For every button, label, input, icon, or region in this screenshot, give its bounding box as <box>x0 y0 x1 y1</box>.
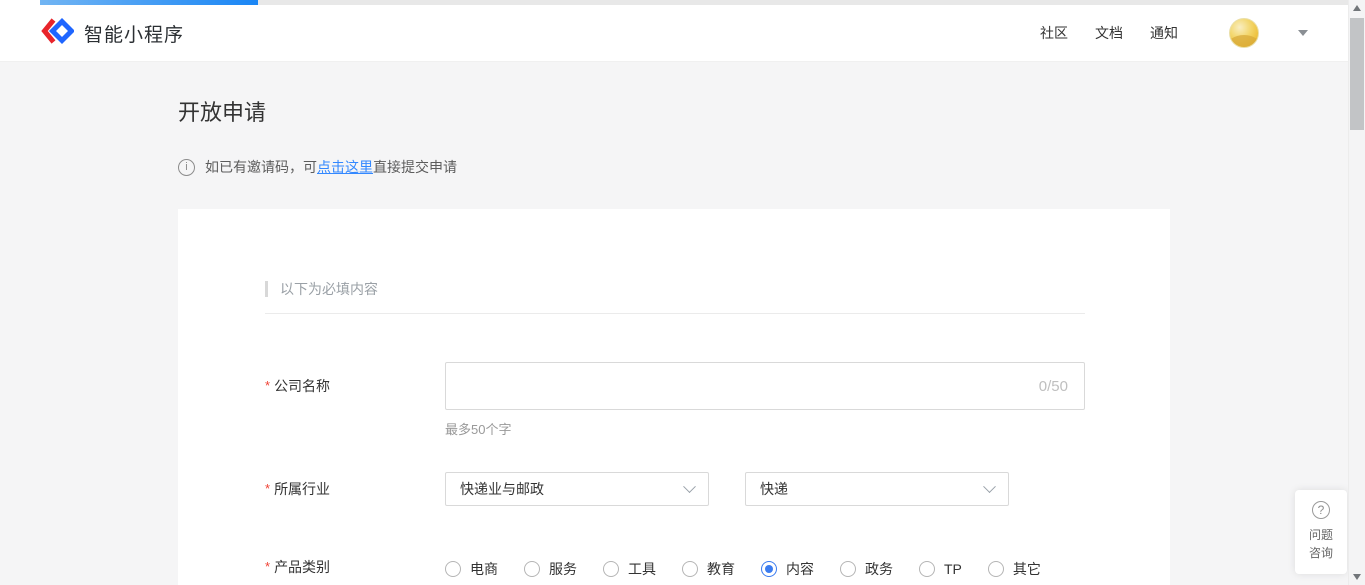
company-name-label-text: 公司名称 <box>274 378 330 394</box>
main-content: 开放申请 i 如已有邀请码，可点击这里直接提交申请 以下为必填内容 * 公司名称 … <box>0 62 1365 585</box>
industry-secondary-value: 快递 <box>760 479 788 499</box>
page-title: 开放申请 <box>178 95 1365 127</box>
radio-label: 政务 <box>865 559 893 579</box>
radio-option[interactable]: 教育 <box>682 559 735 579</box>
logo-text: 智能小程序 <box>84 20 184 47</box>
radio-icon <box>840 561 856 577</box>
progress-bar-fill <box>40 0 258 5</box>
required-section-header: 以下为必填内容 <box>265 279 1170 299</box>
header-nav: 社区 文档 通知 <box>1040 18 1308 48</box>
industry-label-text: 所属行业 <box>274 481 330 497</box>
scrollbar-thumb[interactable] <box>1350 18 1364 130</box>
radio-icon <box>988 561 1004 577</box>
product-category-row: * 产品类别 电商 服务 工具 教育 内容 政务 TP 其它 <box>265 558 1170 579</box>
radio-option[interactable]: 内容 <box>761 559 814 579</box>
help-consult-button[interactable]: ? 问题 咨询 <box>1295 490 1347 574</box>
page-load-progress-bar <box>0 0 1365 5</box>
app-header: 智能小程序 社区 文档 通知 <box>0 5 1365 62</box>
radio-option[interactable]: 其它 <box>988 559 1041 579</box>
chevron-down-icon <box>683 480 696 493</box>
required-asterisk: * <box>265 378 270 393</box>
section-title: 以下为必填内容 <box>280 279 378 299</box>
company-name-helper: 最多50个字 <box>445 419 1085 438</box>
company-name-input-wrap: 0/50 <box>445 362 1085 410</box>
scroll-down-arrow-icon[interactable] <box>1353 574 1361 580</box>
click-here-link[interactable]: 点击这里 <box>317 159 373 175</box>
invite-code-notice: i 如已有邀请码，可点击这里直接提交申请 <box>178 157 1365 177</box>
scroll-up-arrow-icon[interactable] <box>1353 5 1361 11</box>
user-avatar[interactable] <box>1229 18 1259 48</box>
nav-item-docs[interactable]: 文档 <box>1095 23 1123 43</box>
radio-icon <box>445 561 461 577</box>
notice-prefix: 如已有邀请码，可 <box>205 159 317 175</box>
radio-label: 电商 <box>470 559 498 579</box>
help-label-line1: 问题 <box>1295 526 1347 544</box>
radio-icon <box>761 561 777 577</box>
scrollbar[interactable] <box>1348 0 1365 585</box>
industry-secondary-select[interactable]: 快递 <box>745 472 1009 506</box>
question-mark-icon: ? <box>1312 501 1330 519</box>
info-icon: i <box>178 159 195 176</box>
radio-label: 教育 <box>707 559 735 579</box>
required-asterisk: * <box>265 559 270 574</box>
radio-icon <box>919 561 935 577</box>
radio-label: 内容 <box>786 559 814 579</box>
industry-primary-select[interactable]: 快递业与邮政 <box>445 472 709 506</box>
radio-label: 其它 <box>1013 559 1041 579</box>
company-name-label: * 公司名称 <box>265 362 445 438</box>
section-bar <box>265 281 268 297</box>
radio-option[interactable]: 政务 <box>840 559 893 579</box>
industry-selects: 快递业与邮政 快递 <box>445 472 1009 506</box>
nav-item-notifications[interactable]: 通知 <box>1150 23 1178 43</box>
radio-option[interactable]: 电商 <box>445 559 498 579</box>
char-counter: 0/50 <box>1039 378 1068 395</box>
company-name-field: 0/50 最多50个字 <box>445 362 1085 438</box>
notice-suffix: 直接提交申请 <box>373 159 457 175</box>
radio-label: 工具 <box>628 559 656 579</box>
product-category-label: * 产品类别 <box>265 558 445 579</box>
chevron-down-icon[interactable] <box>1298 30 1308 36</box>
section-divider <box>265 313 1085 314</box>
radio-option[interactable]: 服务 <box>524 559 577 579</box>
radio-icon <box>682 561 698 577</box>
product-category-options: 电商 服务 工具 教育 内容 政务 TP 其它 <box>445 558 1041 579</box>
nav-item-community[interactable]: 社区 <box>1040 23 1068 43</box>
chevron-down-icon <box>983 480 996 493</box>
radio-icon <box>603 561 619 577</box>
notice-text: 如已有邀请码，可点击这里直接提交申请 <box>205 157 457 177</box>
radio-icon <box>524 561 540 577</box>
radio-label: TP <box>944 561 962 577</box>
company-name-row: * 公司名称 0/50 最多50个字 <box>265 362 1170 438</box>
help-label-line2: 咨询 <box>1295 544 1347 562</box>
company-name-input[interactable] <box>462 378 1027 394</box>
application-form-card: 以下为必填内容 * 公司名称 0/50 最多50个字 * 所属行业 快递业与邮政 <box>178 209 1170 585</box>
radio-option[interactable]: 工具 <box>603 559 656 579</box>
radio-label: 服务 <box>549 559 577 579</box>
industry-label: * 所属行业 <box>265 472 445 506</box>
smart-mini-program-logo-icon <box>40 16 74 51</box>
progress-bar-gap <box>0 0 40 5</box>
industry-primary-value: 快递业与邮政 <box>460 479 544 499</box>
app-logo[interactable]: 智能小程序 <box>40 16 184 51</box>
product-category-label-text: 产品类别 <box>274 559 330 575</box>
required-asterisk: * <box>265 481 270 496</box>
industry-row: * 所属行业 快递业与邮政 快递 <box>265 472 1170 506</box>
radio-option[interactable]: TP <box>919 561 962 577</box>
